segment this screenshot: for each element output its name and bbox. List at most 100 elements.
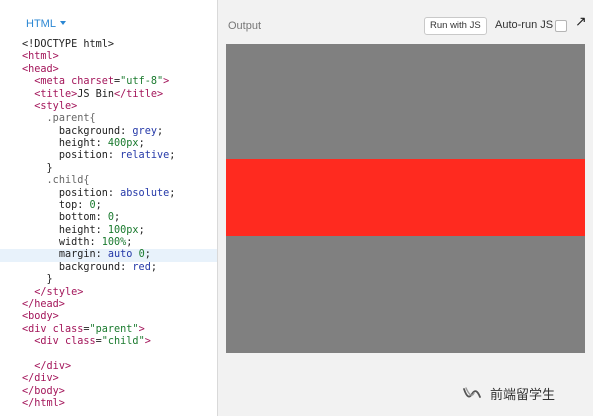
code-token: 100px	[107, 224, 139, 236]
code-line[interactable]: </style>	[0, 287, 217, 299]
code-token: .parent{	[46, 113, 96, 125]
code-line[interactable]: <div class="child">	[0, 336, 217, 348]
html-panel-tab[interactable]: HTML	[26, 18, 66, 30]
code-token: background:	[58, 261, 133, 273]
code-token: </body>	[22, 385, 65, 397]
code-line[interactable]: <head>	[0, 64, 217, 76]
code-token: </style>	[34, 286, 84, 298]
code-line[interactable]: height: 100px;	[0, 225, 217, 237]
code-line[interactable]: position: absolute;	[0, 188, 217, 200]
code-token: </head>	[22, 298, 65, 310]
code-line[interactable]: width: 100%;	[0, 237, 217, 249]
code-token: </div>	[34, 360, 72, 372]
code-line[interactable]: background: grey;	[0, 126, 217, 138]
code-line[interactable]: </body>	[0, 386, 217, 398]
code-token: <head>	[22, 63, 59, 75]
output-preview	[226, 44, 585, 353]
code-token: ;	[150, 261, 157, 273]
wechat-channel-icon	[463, 386, 481, 398]
code-line[interactable]: <body>	[0, 311, 217, 323]
code-line[interactable]	[0, 348, 217, 360]
code-token: bottom:	[58, 212, 108, 224]
code-token: >	[138, 323, 145, 335]
code-token: red	[132, 261, 151, 273]
code-token: <body>	[22, 311, 59, 323]
code-token: <div	[34, 336, 65, 347]
run-with-js-button[interactable]: Run with JS	[424, 17, 487, 35]
code-line[interactable]: background: red;	[0, 262, 217, 274]
output-title: Output	[228, 20, 262, 32]
watermark: 前端留学生	[462, 384, 555, 403]
code-token: "parent"	[89, 323, 139, 335]
code-token: charset	[71, 76, 115, 88]
code-line[interactable]: position: relative;	[0, 150, 217, 162]
code-line[interactable]: <div class="parent">	[0, 324, 217, 336]
code-token: 100%	[101, 237, 127, 248]
code-line[interactable]: top: 0;	[0, 200, 217, 212]
code-line[interactable]: bottom: 0;	[0, 212, 217, 224]
code-line[interactable]: </div>	[0, 373, 217, 385]
code-token: ;	[138, 138, 145, 149]
code-token: ;	[169, 187, 176, 199]
code-token: <html>	[22, 51, 59, 63]
code-token: 400px	[107, 138, 139, 149]
code-line[interactable]: }	[0, 163, 217, 175]
code-line[interactable]: <meta charset="utf-8">	[0, 76, 217, 88]
autorun-label: Auto-run JS	[495, 19, 554, 31]
code-token: "utf-8"	[120, 76, 164, 88]
code-token: </title>	[114, 88, 164, 100]
code-token: height:	[58, 138, 108, 149]
code-token: ;	[126, 237, 133, 248]
code-line[interactable]: height: 400px;	[0, 138, 217, 150]
code-line[interactable]: </head>	[0, 299, 217, 311]
output-panel: Output Run with JS Auto-run JS ↗	[218, 0, 593, 416]
code-token: <!DOCTYPE html>	[22, 39, 115, 50]
code-token: JS Bin	[77, 88, 115, 100]
code-editor[interactable]: <!DOCTYPE html> <html> <head> <meta charse…	[0, 39, 217, 410]
preview-child-box	[226, 159, 585, 236]
code-line[interactable]: <html>	[0, 51, 217, 63]
code-token: "child"	[101, 336, 145, 347]
code-token: </html>	[22, 397, 65, 409]
code-line[interactable]: </html>	[0, 398, 217, 410]
code-line[interactable]: <title>JS Bin</title>	[0, 89, 217, 101]
code-line[interactable]: margin: auto 0;	[0, 249, 217, 262]
code-token: auto	[107, 249, 139, 261]
code-token: grey	[132, 125, 157, 137]
code-token: }	[22, 274, 53, 286]
code-token: ;	[114, 212, 121, 224]
code-token: ;	[95, 199, 102, 211]
code-token: .child{	[46, 175, 90, 187]
code-token: position:	[58, 150, 121, 162]
code-line[interactable]: <!DOCTYPE html>	[0, 39, 217, 51]
caret-down-icon	[59, 21, 66, 25]
code-token: class	[64, 336, 96, 347]
code-token: ;	[156, 125, 164, 137]
code-token: height:	[58, 224, 108, 236]
code-line[interactable]: .child{	[0, 175, 217, 187]
code-token: class	[52, 323, 84, 335]
code-token: relative	[120, 150, 170, 162]
popout-icon[interactable]: ↗	[575, 13, 587, 30]
code-line[interactable]: .parent{	[0, 113, 217, 125]
code-line[interactable]: <style>	[0, 101, 217, 113]
code-token: ;	[144, 249, 151, 261]
code-token: width:	[58, 237, 102, 248]
html-editor-panel: HTML <!DOCTYPE html> <html> <head> <meta c…	[0, 0, 218, 416]
code-line[interactable]: }	[0, 274, 217, 286]
code-token: </div>	[22, 373, 59, 385]
autorun-checkbox[interactable]	[555, 20, 567, 32]
code-line[interactable]: </div>	[0, 361, 217, 373]
